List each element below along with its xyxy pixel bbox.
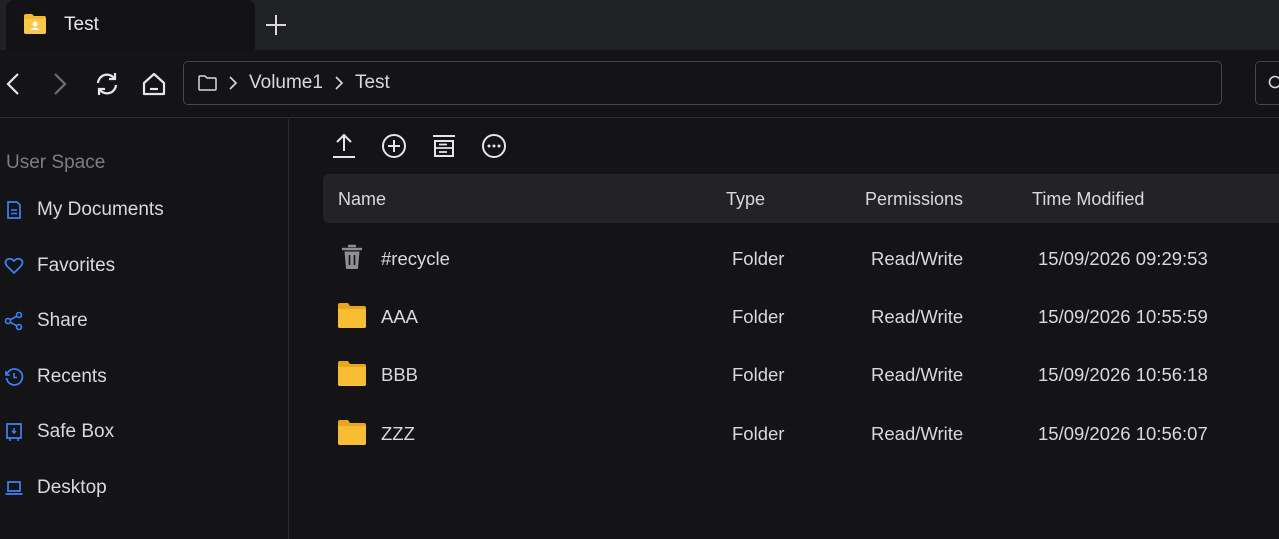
upload-icon[interactable] <box>331 133 357 159</box>
table-row[interactable]: #recycle Folder Read/Write 15/09/2026 09… <box>323 229 1279 287</box>
add-icon[interactable] <box>381 133 407 159</box>
tab-title: Test <box>64 14 99 35</box>
sidebar-item-label: Recents <box>37 366 107 387</box>
list-view-icon[interactable] <box>431 133 457 159</box>
path-bar[interactable]: Volume1 Test <box>183 61 1222 105</box>
more-icon[interactable] <box>481 133 507 159</box>
breadcrumb-volume1[interactable]: Volume1 <box>249 72 323 94</box>
file-type: Folder <box>732 423 785 444</box>
chevron-right-icon[interactable] <box>45 70 73 98</box>
sidebar-item-label: Desktop <box>37 477 107 498</box>
table-row[interactable]: AAA Folder Read/Write 15/09/2026 10:55:5… <box>323 287 1279 345</box>
file-name: BBB <box>381 364 419 385</box>
plus-icon[interactable] <box>262 11 290 39</box>
file-permissions: Read/Write <box>871 248 964 269</box>
file-type: Folder <box>732 248 785 269</box>
table-row[interactable]: BBB Folder Read/Write 15/09/2026 10:56:1… <box>323 345 1279 403</box>
sidebar-item-my-documents[interactable]: My Documents <box>0 188 288 232</box>
chevron-right-icon <box>229 76 238 90</box>
file-name: #recycle <box>381 248 450 269</box>
file-name: ZZZ <box>381 423 415 444</box>
navigation-bar: Volume1 Test <box>0 50 1279 118</box>
trash-icon <box>341 244 363 269</box>
refresh-icon[interactable] <box>93 70 121 98</box>
clock-icon <box>5 368 24 386</box>
sidebar: User Space My Documents Favorites Share … <box>0 119 289 539</box>
sidebar-item-share[interactable]: Share <box>0 299 288 343</box>
tab-bar: Test <box>0 0 1279 50</box>
document-icon <box>7 201 21 219</box>
column-header-type[interactable]: Type <box>726 189 765 210</box>
sidebar-item-label: Favorites <box>37 255 116 276</box>
sidebar-item-safe-box[interactable]: Safe Box <box>0 410 288 454</box>
sidebar-item-label: My Documents <box>37 199 164 220</box>
chevron-right-icon <box>335 76 344 90</box>
file-modified: 15/09/2026 10:55:59 <box>1038 306 1208 327</box>
search-input[interactable] <box>1255 61 1279 105</box>
folder-icon <box>338 420 366 445</box>
folder-icon <box>338 303 366 328</box>
column-header-time-modified[interactable]: Time Modified <box>1032 189 1144 210</box>
file-permissions: Read/Write <box>871 306 964 327</box>
column-header-name[interactable]: Name <box>338 189 386 210</box>
column-header-permissions[interactable]: Permissions <box>865 189 963 210</box>
file-modified: 15/09/2026 10:56:07 <box>1038 423 1208 444</box>
laptop-icon <box>5 481 23 495</box>
file-modified: 15/09/2026 10:56:18 <box>1038 364 1208 385</box>
file-type: Folder <box>732 364 785 385</box>
tab-test[interactable]: Test <box>6 0 255 50</box>
sidebar-item-desktop[interactable]: Desktop <box>0 466 288 510</box>
search-icon <box>1268 75 1279 89</box>
chevron-left-icon[interactable] <box>0 70 28 98</box>
folder-icon <box>338 361 366 386</box>
file-type: Folder <box>732 306 785 327</box>
breadcrumb-test[interactable]: Test <box>355 72 390 94</box>
folder-outline-icon <box>198 75 217 91</box>
sidebar-heading: User Space <box>6 152 106 173</box>
home-icon[interactable] <box>140 70 168 98</box>
sidebar-item-recents[interactable]: Recents <box>0 355 288 399</box>
file-permissions: Read/Write <box>871 423 964 444</box>
sidebar-item-label: Safe Box <box>37 421 115 442</box>
file-name: AAA <box>381 306 419 327</box>
share-icon <box>4 311 23 331</box>
heart-icon <box>4 257 24 274</box>
safe-box-icon <box>6 423 22 441</box>
sidebar-item-favorites[interactable]: Favorites <box>0 244 288 288</box>
table-row[interactable]: ZZZ Folder Read/Write 15/09/2026 10:56:0… <box>323 404 1279 462</box>
folder-user-icon <box>24 14 46 34</box>
sidebar-item-label: Share <box>37 310 88 331</box>
table-header: Name Type Permissions Time Modified <box>323 174 1279 223</box>
file-modified: 15/09/2026 09:29:53 <box>1038 248 1208 269</box>
file-permissions: Read/Write <box>871 364 964 385</box>
